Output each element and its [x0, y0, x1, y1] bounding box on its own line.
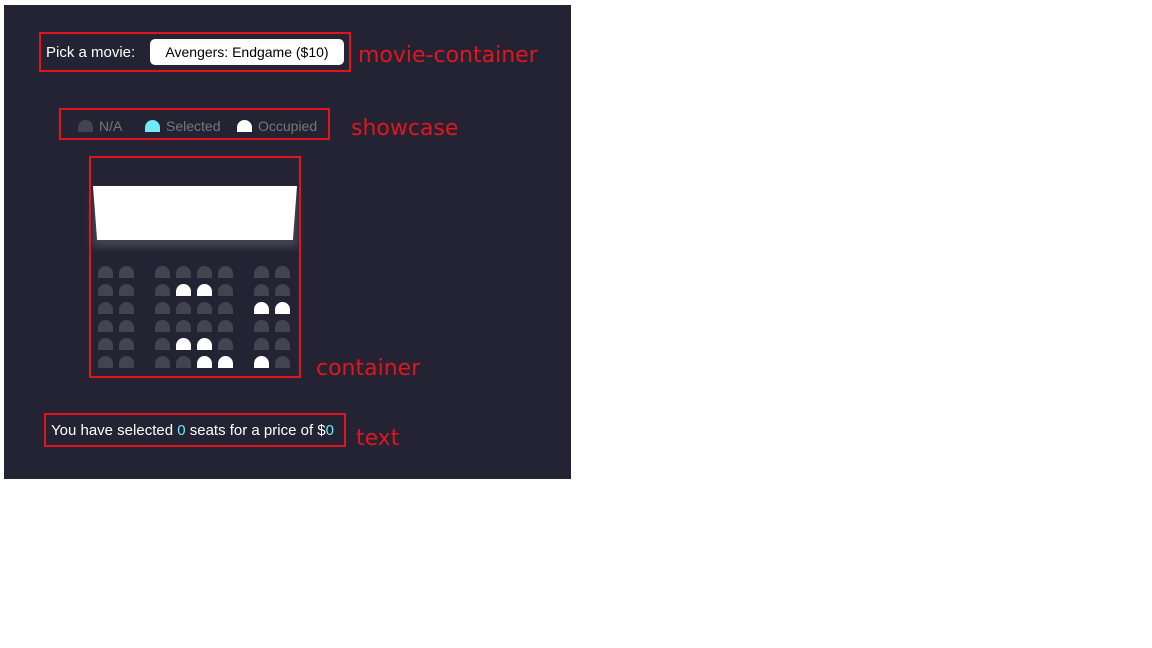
annotation-box-container: [89, 156, 301, 378]
annotation-box-movie-container: [39, 32, 351, 72]
annotation-label-movie-container: movie-container: [358, 43, 538, 68]
annotation-label-container: container: [316, 356, 421, 381]
annotation-label-showcase: showcase: [351, 116, 459, 141]
annotation-box-showcase: [59, 108, 330, 140]
annotation-label-text: text: [356, 426, 400, 451]
annotation-box-text: [44, 413, 346, 447]
